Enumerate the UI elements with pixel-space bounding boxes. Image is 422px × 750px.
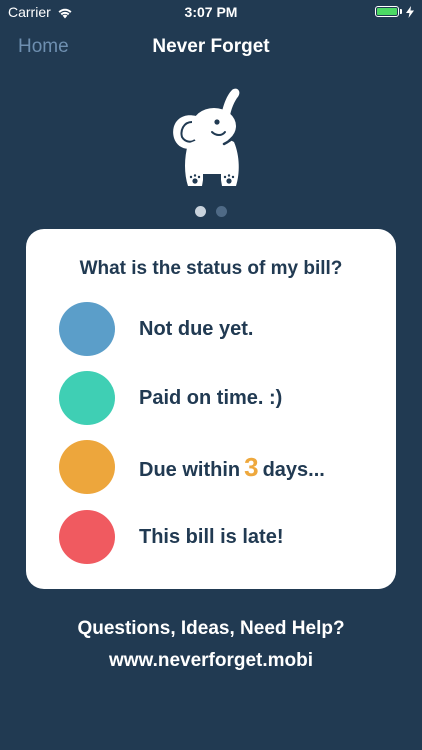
- charging-bolt-icon: [406, 5, 414, 18]
- battery-icon: [375, 5, 402, 17]
- legend-label: This bill is late!: [139, 526, 283, 549]
- card-title: What is the status of my bill?: [79, 258, 343, 279]
- battery-fill: [377, 7, 397, 15]
- page-title: Never Forget: [152, 36, 270, 57]
- page-dot[interactable]: [216, 206, 227, 217]
- legend-label: Not due yet.: [139, 318, 253, 341]
- legend-label: Due within 3 days...: [139, 452, 325, 483]
- days-count: 3: [244, 451, 259, 482]
- page-indicator: [0, 206, 422, 217]
- status-right: [375, 5, 414, 18]
- legend-item-not-due: Not due yet.: [59, 302, 253, 356]
- elephant-icon: [162, 82, 258, 194]
- legend-text-suffix: days...: [262, 458, 325, 481]
- status-time: 3:07 PM: [184, 4, 238, 20]
- legend-text: Not due yet.: [139, 317, 254, 340]
- legend-item-late: This bill is late!: [59, 510, 283, 564]
- navigation-bar: Home Never Forget: [0, 28, 422, 68]
- website-link[interactable]: www.neverforget.mobi: [0, 650, 422, 672]
- legend-label: Paid on time. :): [139, 387, 282, 410]
- status-circle-paid: [59, 371, 115, 425]
- legend-text: Paid on time. :): [139, 386, 283, 409]
- page-dot[interactable]: [195, 206, 206, 217]
- status-circle-late: [59, 510, 115, 564]
- bill-status-card: What is the status of my bill? Not due y…: [26, 229, 396, 589]
- status-circle-not-due: [59, 302, 115, 356]
- legend-text: This bill is late!: [139, 525, 284, 548]
- help-question-text: Questions, Ideas, Need Help?: [77, 618, 345, 639]
- legend-text-prefix: Due within: [139, 458, 241, 481]
- status-circle-due-soon: [59, 440, 115, 494]
- status-bar: Carrier 3:07 PM: [0, 0, 422, 24]
- legend-item-due-soon: Due within 3 days...: [59, 440, 325, 494]
- legend-item-paid: Paid on time. :): [59, 371, 282, 425]
